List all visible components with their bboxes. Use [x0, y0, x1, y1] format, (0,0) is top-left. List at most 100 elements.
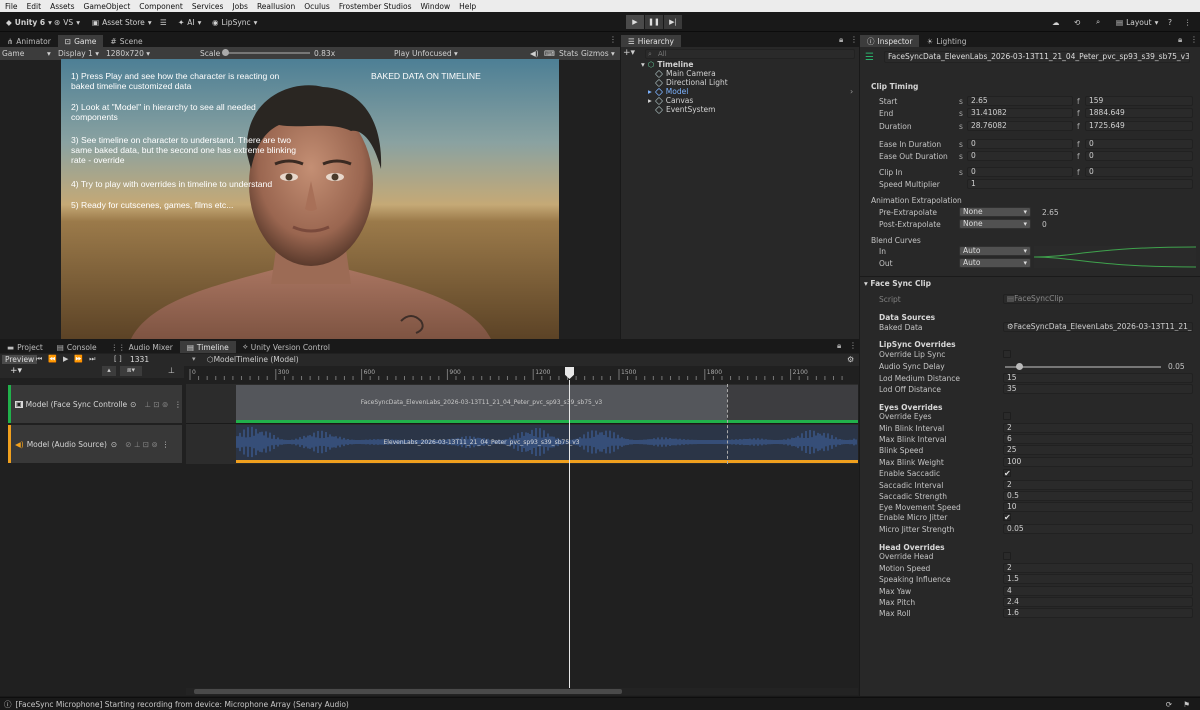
debug-icon[interactable]: ⚑: [1183, 700, 1190, 709]
display-dropdown[interactable]: Display 1 ▾: [58, 49, 99, 58]
slider-thumb[interactable]: [1016, 363, 1023, 370]
facesync-clip[interactable]: FaceSyncData_ElevenLabs_2026-03-13T11_21…: [236, 385, 858, 423]
transport-controls[interactable]: ⏮⏪▶⏩⏭: [36, 355, 101, 364]
pre-extrapolate-dropdown[interactable]: None: [959, 207, 1031, 217]
target-icon[interactable]: ⊙: [111, 440, 117, 449]
override-checkbox[interactable]: ✔: [1003, 513, 1011, 522]
pause-button[interactable]: ❚❚: [645, 15, 663, 29]
cloud-icon[interactable]: ☁: [1052, 15, 1060, 29]
ai-button[interactable]: ✦ AI ▾: [178, 15, 201, 29]
timing-frames-field[interactable]: 0: [1085, 167, 1193, 177]
track-header-audio[interactable]: ◀) Model (Audio Source) ⊙ ⊘ ⊥ ⊡ ⊚ ⋮: [8, 425, 182, 463]
tab-scene[interactable]: # Scene: [103, 35, 149, 47]
override-field[interactable]: 2: [1003, 563, 1193, 573]
override-field[interactable]: 15: [1003, 373, 1193, 383]
play-button[interactable]: ▶: [626, 15, 644, 29]
tab-animator[interactable]: ⋔ Animator: [0, 35, 58, 47]
vs-button[interactable]: ⊛ VS ▾: [54, 15, 80, 29]
tab-audio-mixer[interactable]: ⋮⋮ Audio Mixer: [104, 341, 180, 353]
override-field[interactable]: 25: [1003, 445, 1193, 455]
post-extrapolate-dropdown[interactable]: None: [959, 219, 1031, 229]
menu-item-help[interactable]: Help: [454, 2, 480, 11]
unity-account-button[interactable]: ◆ Unity 6 ▾: [6, 15, 52, 29]
timing-seconds-field[interactable]: 0: [967, 139, 1073, 149]
step-button[interactable]: ▶|: [664, 15, 682, 29]
chevron-down-icon[interactable]: ▾: [192, 355, 196, 363]
override-field[interactable]: 10: [1003, 502, 1193, 512]
menu-item-services[interactable]: Services: [187, 2, 228, 11]
status-bar[interactable]: ⓘ [FaceSync Microphone] Starting recordi…: [0, 697, 1200, 710]
menu-item-file[interactable]: File: [0, 2, 22, 11]
hierarchy-item-canvas[interactable]: ▸ Canvas: [648, 96, 693, 105]
tab-timeline[interactable]: ▤ Timeline: [179, 341, 236, 353]
slider-value[interactable]: 0.05: [1168, 362, 1185, 371]
menu-item-jobs[interactable]: Jobs: [227, 2, 251, 11]
play-focus-dropdown[interactable]: Play Unfocused ▾: [394, 49, 458, 58]
lock-icon[interactable]: 🔒︎: [837, 341, 841, 351]
timing-seconds-field[interactable]: 31.41082: [967, 108, 1073, 118]
snap-toggle-icon[interactable]: ⧈▾: [120, 366, 142, 376]
menu-item-component[interactable]: Component: [134, 2, 187, 11]
mute-icon[interactable]: ⊘ ⊥ ⊡ ⊚: [125, 440, 158, 449]
blend-in-dropdown[interactable]: Auto: [959, 246, 1031, 256]
override-checkbox[interactable]: ✔: [1003, 469, 1011, 478]
blend-out-dropdown[interactable]: Auto: [959, 258, 1031, 268]
override-checkbox[interactable]: [1003, 552, 1011, 560]
more-icon[interactable]: ⋮: [162, 440, 170, 449]
override-field[interactable]: 4: [1003, 586, 1193, 596]
tab-hierarchy[interactable]: ☰ Hierarchy: [621, 35, 681, 47]
hierarchy-item-main-camera[interactable]: Main Camera: [654, 69, 716, 78]
override-field[interactable]: 1.6: [1003, 608, 1193, 618]
override-field[interactable]: 100: [1003, 457, 1193, 467]
more-icon[interactable]: ⋮: [174, 400, 182, 409]
track-header-facesync[interactable]: ▣ Model (Face Sync Controlle ⊙ ⊥ ⊡ ⊚ ⋮: [8, 385, 182, 423]
add-object-button[interactable]: +▾: [623, 48, 635, 58]
scale-slider-thumb[interactable]: [222, 49, 229, 56]
override-checkbox[interactable]: [1003, 412, 1011, 420]
menu-item-gameobject[interactable]: GameObject: [79, 2, 135, 11]
override-field[interactable]: 2: [1003, 480, 1193, 490]
pin-icon[interactable]: ⊥: [168, 366, 175, 375]
menu-item-oculus[interactable]: Oculus: [299, 2, 334, 11]
game-viewport[interactable]: 1) Press Play and see how the character …: [61, 59, 559, 339]
override-field[interactable]: 1.5: [1003, 574, 1193, 584]
scrollbar-thumb[interactable]: [194, 689, 622, 694]
settings-gear-icon[interactable]: ⚙: [847, 355, 854, 364]
override-field[interactable]: 6: [1003, 434, 1193, 444]
timing-seconds-field[interactable]: 0: [967, 167, 1073, 177]
more-icon[interactable]: ⋮: [1184, 15, 1192, 29]
more-icon[interactable]: ⋮: [1190, 35, 1198, 44]
timeline-ruler[interactable]: 0 300 600 900 1200 1500 1800 2100: [186, 366, 858, 382]
menu-icon[interactable]: ☰: [160, 15, 167, 29]
tab-version-control[interactable]: ⟡ Unity Version Control: [236, 341, 337, 353]
game-mode-dropdown[interactable]: Game ▾: [2, 49, 51, 58]
curves-toggle-icon[interactable]: ▴: [102, 366, 116, 376]
gizmos-button[interactable]: Gizmos ▾: [581, 49, 615, 58]
lock-icon[interactable]: 🔒︎: [839, 35, 843, 45]
more-icon[interactable]: ⋮: [849, 341, 857, 350]
tab-project[interactable]: ▬ Project: [0, 341, 50, 353]
tab-inspector[interactable]: ⓘ Inspector: [860, 35, 920, 47]
baked-data-field[interactable]: ⚙FaceSyncData_ElevenLabs_2026-03-13T11_2…: [1003, 322, 1193, 332]
frame-field[interactable]: 1331: [128, 355, 190, 365]
override-field[interactable]: 0.5: [1003, 491, 1193, 501]
timing-frames-field[interactable]: 1725.649: [1085, 121, 1193, 131]
progress-icon[interactable]: ⟳: [1166, 700, 1172, 709]
search-icon[interactable]: ⌕: [1096, 15, 1100, 29]
preview-toggle[interactable]: Preview: [2, 355, 38, 364]
timing-seconds-field[interactable]: 28.76082: [967, 121, 1073, 131]
override-checkbox[interactable]: [1003, 350, 1011, 358]
lock-icon[interactable]: ⊥ ⊡ ⊚: [144, 400, 168, 409]
range-icon[interactable]: [ ]: [114, 355, 122, 363]
help-icon[interactable]: ?: [1168, 15, 1172, 29]
scale-slider[interactable]: [222, 49, 310, 56]
scene-root[interactable]: ▾ ⬡ Timeline: [641, 60, 693, 69]
blend-curve-preview[interactable]: [1034, 246, 1196, 268]
speed-field[interactable]: 1: [967, 179, 1193, 189]
timing-frames-field[interactable]: 1884.649: [1085, 108, 1193, 118]
timing-seconds-field[interactable]: 2.65: [967, 96, 1073, 106]
menu-item-reallusion[interactable]: Reallusion: [252, 2, 299, 11]
hierarchy-item-eventsystem[interactable]: EventSystem: [654, 105, 715, 114]
add-track-button[interactable]: +▾: [10, 366, 22, 376]
timing-frames-field[interactable]: 159: [1085, 96, 1193, 106]
